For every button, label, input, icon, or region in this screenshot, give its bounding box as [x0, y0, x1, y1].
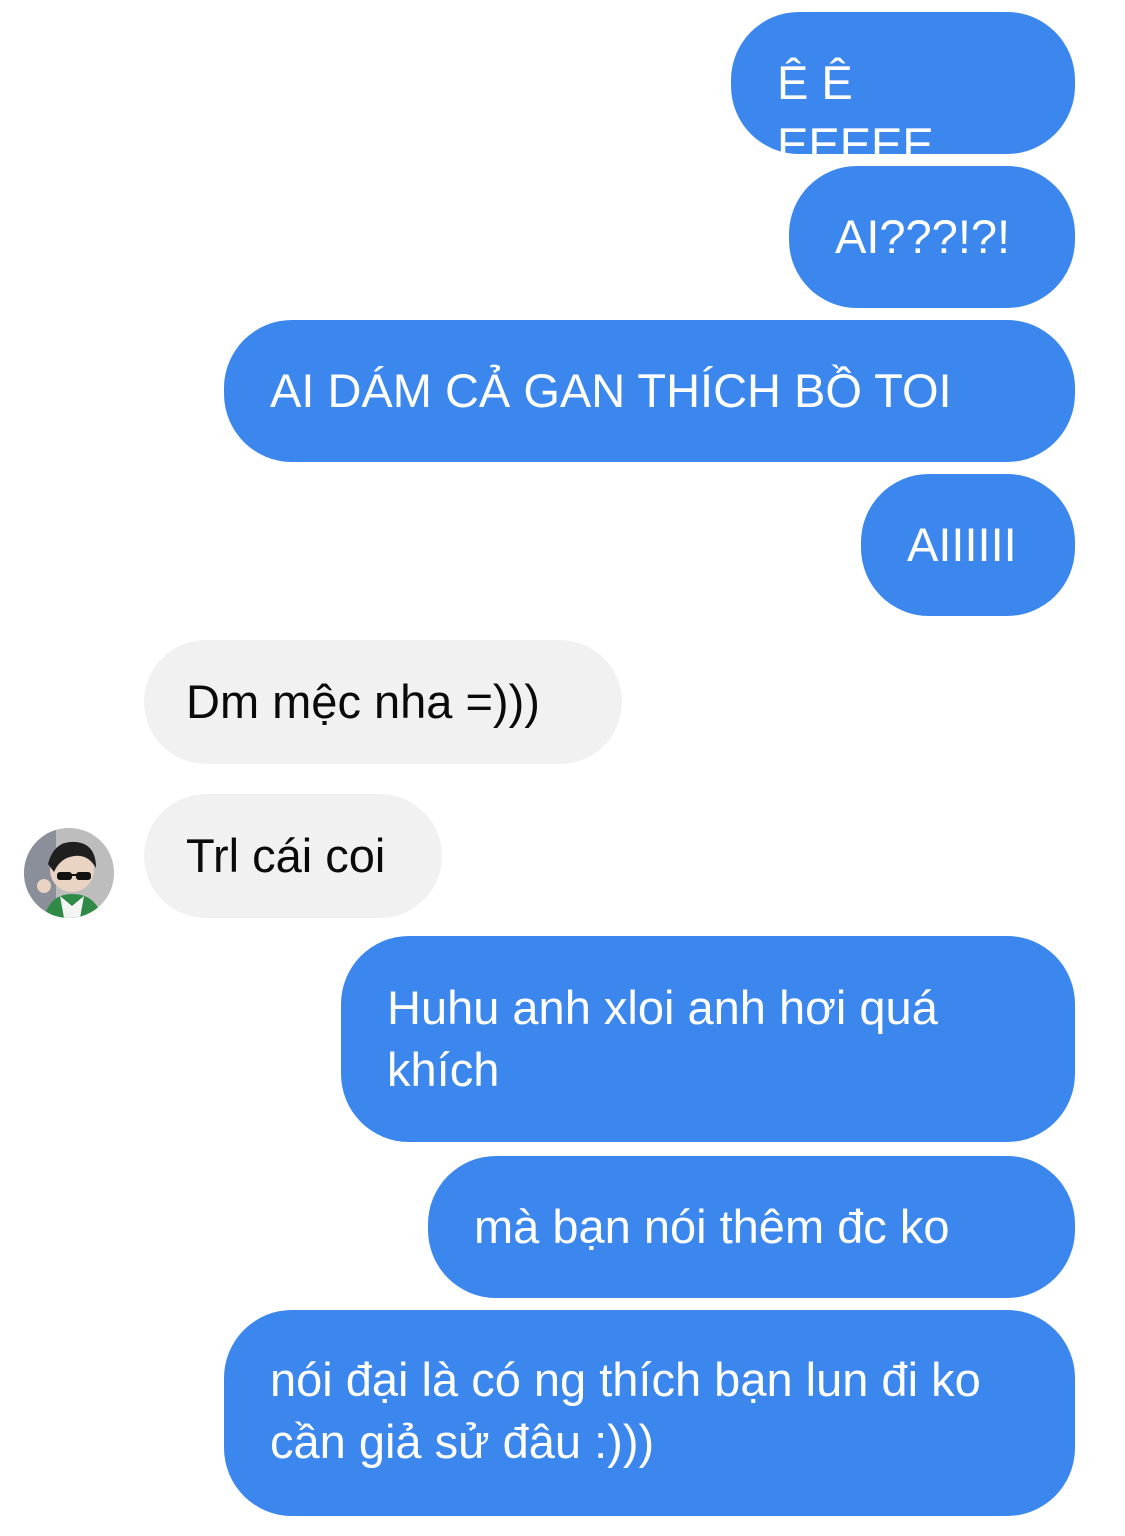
outgoing-message[interactable]: AIIIIII	[861, 474, 1075, 616]
outgoing-message[interactable]: AI???!?!	[789, 166, 1075, 308]
message-text: Huhu anh xloi anh hơi quá khích	[387, 981, 938, 1096]
outgoing-message[interactable]: AI DÁM CẢ GAN THÍCH BỒ TOI	[224, 320, 1075, 462]
message-text: AIIIIII	[907, 518, 1017, 571]
message-text: AI DÁM CẢ GAN THÍCH BỒ TOI	[270, 364, 952, 417]
avatar-photo-icon	[24, 828, 114, 918]
message-text: Trl cái coi	[186, 829, 386, 882]
outgoing-message[interactable]: Ê Ê EEEEE	[731, 12, 1075, 171]
chat-thread: Ê Ê EEEEE AI???!?! AI DÁM CẢ GAN THÍCH B…	[0, 0, 1125, 1536]
message-text: AI???!?!	[835, 210, 1011, 263]
message-text: Dm mệc nha =)))	[186, 675, 540, 728]
contact-avatar[interactable]	[24, 828, 114, 918]
outgoing-message[interactable]: mà bạn nói thêm đc ko	[428, 1156, 1075, 1298]
message-text: Ê Ê EEEEE	[777, 56, 934, 171]
message-text: mà bạn nói thêm đc ko	[474, 1200, 950, 1253]
message-text: nói đại là có ng thích bạn lun đi ko cần…	[270, 1353, 981, 1468]
incoming-message[interactable]: Trl cái coi	[144, 794, 442, 918]
outgoing-message[interactable]: nói đại là có ng thích bạn lun đi ko cần…	[224, 1310, 1075, 1516]
outgoing-message[interactable]: Huhu anh xloi anh hơi quá khích	[341, 936, 1075, 1142]
incoming-message[interactable]: Dm mệc nha =)))	[144, 640, 622, 764]
